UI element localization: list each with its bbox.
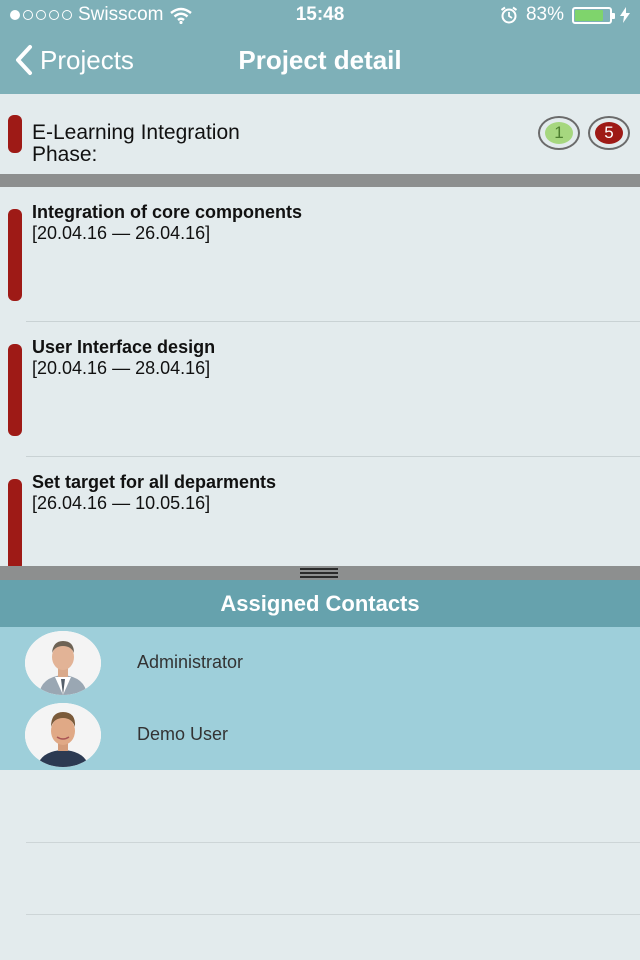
contact-item-administrator[interactable]: Administrator: [0, 627, 640, 699]
project-phase-label: Phase:: [32, 143, 98, 166]
badge-green-value: 1: [545, 122, 573, 144]
alarm-icon: [500, 6, 518, 24]
contacts-list: Administrator Demo User: [0, 627, 640, 770]
status-right: 83%: [500, 4, 630, 26]
task-item[interactable]: Set target for all deparments [26.04.16 …: [0, 457, 640, 567]
project-info: E-Learning Integration Phase:: [32, 122, 240, 166]
empty-list-area: [0, 770, 640, 960]
task-title: User Interface design: [32, 337, 216, 357]
badge-red-value: 5: [595, 122, 623, 144]
task-status-bar: [8, 479, 22, 567]
task-title: Set target for all deparments: [32, 472, 277, 492]
resize-handle[interactable]: [0, 566, 640, 580]
task-item[interactable]: Integration of core components [20.04.16…: [0, 187, 640, 322]
task-title: Integration of core components: [32, 202, 303, 222]
task-status-bar: [8, 209, 22, 301]
project-status-bar: [8, 115, 22, 153]
project-header[interactable]: E-Learning Integration Phase: 1 5: [0, 94, 640, 174]
task-status-bar: [8, 344, 22, 436]
back-button[interactable]: Projects: [14, 44, 134, 76]
contact-name: Administrator: [137, 652, 244, 672]
task-dates: [26.04.16 — 10.05.16]: [32, 493, 211, 513]
status-bar: Swisscom 15:48 83%: [0, 0, 640, 30]
contact-item-demo-user[interactable]: Demo User: [0, 699, 640, 771]
row-divider: [26, 842, 640, 843]
task-dates: [20.04.16 — 26.04.16]: [32, 223, 211, 243]
badge-red: 5: [588, 116, 630, 150]
back-button-label: Projects: [40, 44, 134, 75]
project-name: E-Learning Integration: [32, 121, 240, 144]
contacts-header: Assigned Contacts: [0, 580, 640, 627]
task-dates: [20.04.16 — 28.04.16]: [32, 358, 211, 378]
navigation-bar: Projects Project detail: [0, 30, 640, 94]
task-item[interactable]: User Interface design [20.04.16 — 28.04.…: [0, 322, 640, 457]
task-list: Integration of core components [20.04.16…: [0, 187, 640, 567]
battery-icon: [572, 6, 615, 24]
badge-green: 1: [538, 116, 580, 150]
battery-percent: 83%: [525, 4, 564, 25]
avatar-demo-user: [25, 703, 101, 767]
chevron-left-icon: [16, 45, 32, 75]
avatar-administrator: [25, 631, 101, 695]
charging-icon: [620, 7, 630, 23]
row-divider: [26, 914, 640, 915]
section-divider: [0, 174, 640, 187]
contact-name: Demo User: [137, 724, 229, 744]
drag-handle-icon: [300, 568, 338, 580]
